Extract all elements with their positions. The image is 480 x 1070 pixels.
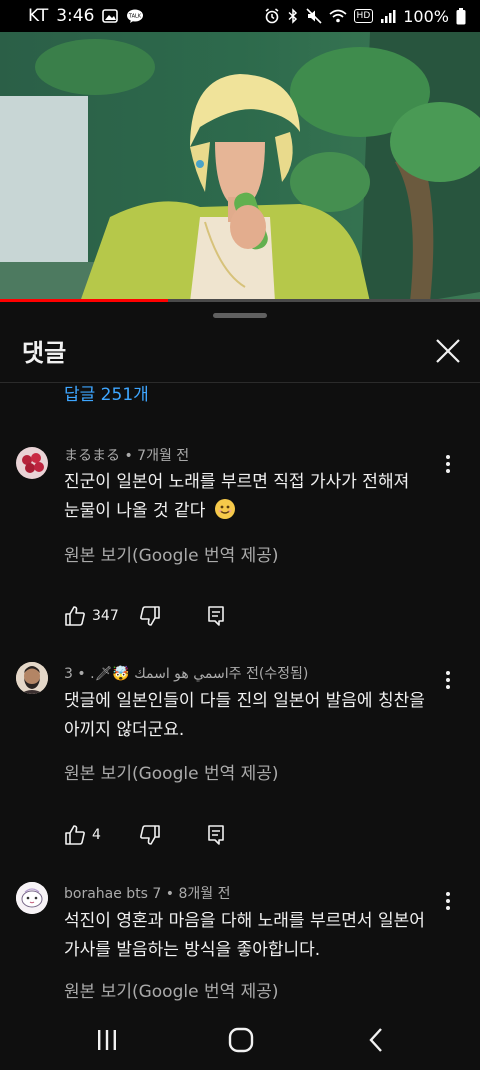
comment-author[interactable]: まるまる	[64, 448, 120, 464]
thumb-down-icon	[140, 606, 160, 626]
comment-meta: borahae bts 7 • 8개월 전	[64, 886, 231, 902]
back-button[interactable]	[360, 1026, 392, 1054]
comment-line: 가사를 발음하는 방식을 좋아합니다.	[64, 940, 321, 960]
reply-comment-icon	[208, 825, 224, 845]
comment-line: 진군이 일본어 노래를 부르면 직접 가사가 전해져	[64, 472, 410, 492]
like-button[interactable]: 347	[64, 605, 119, 627]
talk-icon: TALK	[126, 9, 144, 24]
comments-panel: 댓글 답글 251개 まるまる • 7개월 전 진군이 일본어 노래를 부르면 …	[0, 302, 480, 1070]
close-button[interactable]	[432, 335, 464, 367]
mute-icon	[305, 8, 322, 24]
comment-actions: 347	[64, 605, 324, 629]
comments-title: 댓글	[22, 339, 67, 367]
replies-link[interactable]: 답글 251개	[64, 380, 149, 405]
wifi-icon	[328, 9, 347, 23]
thumb-up-icon	[65, 825, 85, 845]
alarm-icon	[264, 8, 280, 24]
comment-time: 8개월 전	[178, 886, 231, 902]
comment-menu-button[interactable]	[438, 668, 458, 692]
back-icon	[369, 1028, 382, 1052]
comment-actions: 4	[64, 824, 324, 848]
thumb-up-icon	[65, 606, 85, 626]
comment-line: 아끼지 않더군요.	[64, 720, 185, 740]
battery-icon	[456, 7, 466, 25]
image-icon	[102, 9, 119, 23]
comment-menu-button[interactable]	[438, 452, 458, 476]
comment-line-with-emoji: 눈물이 나올 것 같다	[64, 497, 416, 526]
avatar[interactable]	[16, 447, 48, 479]
more-vert-icon	[446, 455, 450, 473]
more-vert-icon	[446, 892, 450, 910]
comment-author[interactable]: borahae bts 7	[64, 886, 161, 902]
comment-line: 석진이 영혼과 마음을 다해 노래를 부르면서 일본어	[64, 911, 425, 931]
translate-link[interactable]: 원본 보기(Google 번역 제공)	[64, 541, 279, 566]
bluetooth-icon	[287, 8, 299, 24]
like-button[interactable]: 4	[64, 824, 101, 846]
more-vert-icon	[446, 671, 450, 689]
comment-text: 댓글에 일본인들이 다들 진의 일본어 발음에 칭찬을 아끼지 않더군요.	[64, 687, 425, 745]
comment-line: 댓글에 일본인들이 다들 진의 일본어 발음에 칭찬을	[64, 691, 425, 711]
video-frame	[0, 32, 480, 302]
home-icon	[228, 1027, 254, 1053]
comment-text: 석진이 영혼과 마음을 다해 노래를 부르면서 일본어 가사를 발음하는 방식을…	[64, 907, 425, 965]
dislike-button[interactable]	[139, 824, 161, 846]
reply-comment-icon	[208, 606, 224, 626]
home-button[interactable]	[225, 1026, 257, 1054]
thumb-down-icon	[140, 825, 160, 845]
dislike-button[interactable]	[139, 605, 161, 627]
signal-icon	[380, 9, 396, 23]
avatar[interactable]	[16, 662, 48, 694]
like-count: 347	[92, 608, 119, 624]
comment-line: 눈물이 나올 것 같다	[64, 501, 206, 521]
smiling-face-emoji-icon	[214, 499, 235, 519]
like-count: 4	[92, 827, 101, 843]
comment-menu-button[interactable]	[438, 889, 458, 913]
comment-author[interactable]: اسمي هو اسمك 🤯🗡.	[90, 666, 229, 682]
status-bar: KT 3:46 TALK HD 100%	[0, 0, 480, 32]
recent-apps-icon	[98, 1030, 116, 1050]
clock: 3:46	[56, 6, 95, 26]
reply-button[interactable]	[206, 605, 226, 627]
reply-button[interactable]	[206, 824, 226, 846]
hd-icon: HD	[353, 9, 374, 23]
avatar[interactable]	[16, 882, 48, 914]
translate-link[interactable]: 원본 보기(Google 번역 제공)	[64, 759, 279, 784]
recent-apps-button[interactable]	[91, 1026, 123, 1054]
comment-time: 7개월 전	[137, 448, 190, 464]
comment-meta: اسمي هو اسمك 🤯🗡. • 3주 전(수정됨)	[64, 666, 309, 682]
system-navigation-bar	[0, 1010, 480, 1070]
comment-meta: まるまる • 7개월 전	[64, 448, 190, 464]
svg-text:TALK: TALK	[128, 13, 142, 19]
comment-text: 진군이 일본어 노래를 부르면 직접 가사가 전해져 눈물이 나올 것 같다	[64, 468, 416, 526]
close-icon	[436, 339, 460, 363]
video-player[interactable]	[0, 32, 480, 302]
drag-handle[interactable]	[213, 313, 267, 318]
translate-link[interactable]: 원본 보기(Google 번역 제공)	[64, 977, 279, 1002]
carrier-label: KT	[28, 6, 49, 26]
battery-percent: 100%	[403, 6, 449, 26]
